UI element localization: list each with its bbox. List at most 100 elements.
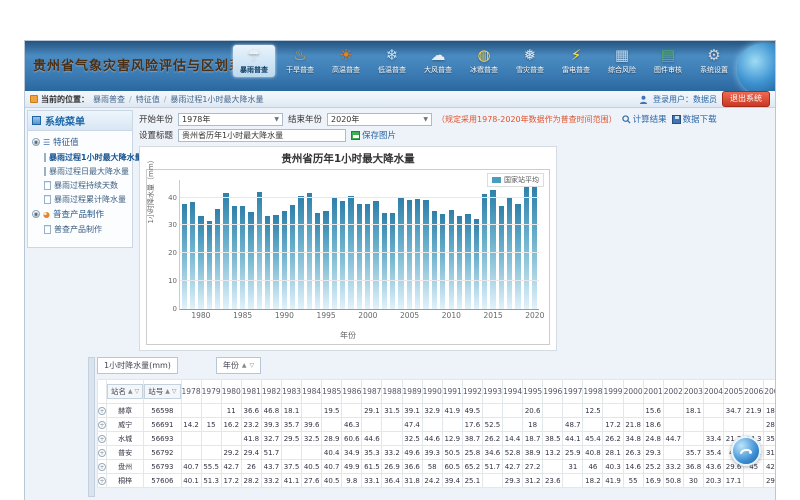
- bar-slot-2008: [430, 180, 438, 309]
- value-cell: 49.5: [462, 404, 482, 418]
- value-cell: 29.2: [221, 446, 241, 460]
- table-row: +赫章565981136.646.818.119.529.131.539.132…: [98, 404, 777, 418]
- gridline: [180, 280, 539, 281]
- value-cell: 60.5: [442, 460, 462, 474]
- bar-1981: [207, 221, 212, 309]
- x-tick-label: 2005: [400, 311, 419, 320]
- toolbar-item-图件审核[interactable]: ▤图件审核: [647, 45, 689, 77]
- value-cell: 39.1: [402, 404, 422, 418]
- toolbar-item-冰雹普查[interactable]: ◍冰雹普查: [463, 45, 505, 77]
- toolbar-item-大风普查[interactable]: ☁大风普查: [417, 45, 459, 77]
- tree-toggle-icon[interactable]: ◉: [32, 210, 40, 218]
- bar-1987: [257, 192, 262, 309]
- toolbar-item-label: 综合风险: [608, 65, 636, 75]
- row-expander-icon[interactable]: +: [98, 435, 106, 443]
- value-cell: 40.4: [322, 446, 342, 460]
- breadcrumb-item[interactable]: 暴雨过程1小时最大降水量: [170, 94, 263, 105]
- bar-slot-2015: [489, 180, 497, 309]
- station-id-header-sort[interactable]: 站号▲▽: [144, 384, 180, 399]
- toolbar-item-暴雨普查[interactable]: ☂暴雨普查: [233, 45, 275, 77]
- data-download-link[interactable]: 数据下载: [672, 113, 717, 125]
- year-column-header: 2001: [643, 380, 663, 404]
- toolbar-item-雪灾普查[interactable]: ❅雪灾普查: [509, 45, 551, 77]
- value-cell: 27.2: [523, 460, 543, 474]
- value-cell: 35.4: [764, 432, 776, 446]
- sidebar-item-暴雨过程日最大降水量[interactable]: 暴雨过程日最大降水量: [30, 164, 130, 178]
- sidebar-item-暴雨过程持续天数[interactable]: 暴雨过程持续天数: [30, 178, 130, 192]
- toolbar-item-系统设置[interactable]: ⚙系统设置: [693, 45, 735, 77]
- value-cell: 36.4: [382, 474, 402, 488]
- value-cell: 15: [201, 418, 221, 432]
- toolbar-item-高温普查[interactable]: ☀高温普查: [325, 45, 367, 77]
- value-cell: 52.5: [482, 418, 502, 432]
- bar-1980: [198, 216, 203, 309]
- legend-label: 国家站平均: [504, 175, 539, 185]
- toolbar-item-干旱普查[interactable]: ♨干旱普查: [279, 45, 321, 77]
- bar-2012: [465, 214, 470, 309]
- end-year-select[interactable]: 2020年 ▼: [327, 113, 432, 126]
- value-cell: 14.4: [503, 432, 523, 446]
- year-sort-control[interactable]: 年份 ▲ ▽: [216, 357, 261, 374]
- unit-filter-box[interactable]: 1小时降水量(mm): [97, 357, 178, 374]
- value-cell: [201, 404, 221, 418]
- save-image-link[interactable]: 保存图片: [351, 129, 396, 141]
- bar-2011: [457, 216, 462, 309]
- start-year-select[interactable]: 1978年 ▼: [178, 113, 283, 126]
- value-cell: 28.1: [603, 446, 623, 460]
- toolbar-item-label: 雪灾普查: [516, 65, 544, 75]
- row-expander-icon[interactable]: +: [98, 463, 106, 471]
- sidebar-group-特征值[interactable]: ◉☰特征值: [30, 134, 130, 150]
- row-expander-icon[interactable]: +: [98, 477, 106, 485]
- breadcrumb-item[interactable]: 暴雨普查: [93, 94, 125, 105]
- value-cell: 40.7: [322, 460, 342, 474]
- chart-plot-area: 0102030401980198519901995200020052010201…: [179, 180, 539, 310]
- floating-assistant-button[interactable]: [731, 436, 761, 466]
- sidebar-item-普查产品制作[interactable]: 普查产品制作: [30, 222, 130, 236]
- logout-button[interactable]: 退出系统: [722, 91, 770, 107]
- breadcrumb-item[interactable]: 特征值: [136, 94, 160, 105]
- value-cell: [724, 418, 744, 432]
- sidebar-item-暴雨过程1小时最大降水量[interactable]: 暴雨过程1小时最大降水量: [30, 150, 130, 164]
- table-body: +赫章565981136.646.818.119.529.131.539.132…: [98, 404, 777, 488]
- toolbar-item-综合风险[interactable]: ▦综合风险: [601, 45, 643, 77]
- tree-toggle-icon[interactable]: ◉: [32, 138, 40, 146]
- row-expander-icon[interactable]: +: [98, 421, 106, 429]
- station-name-cell: 威宁: [107, 418, 144, 432]
- value-cell: 58: [422, 460, 442, 474]
- year-column-header: 1990: [422, 380, 442, 404]
- bar-slot-1988: [263, 180, 271, 309]
- toolbar-item-label: 冰雹普查: [470, 65, 498, 75]
- x-tick-label: 2010: [442, 311, 461, 320]
- row-expander-icon[interactable]: +: [98, 407, 106, 415]
- sidebar-item-暴雨过程累计降水量[interactable]: 暴雨过程累计降水量: [30, 192, 130, 206]
- table-row: +威宁5669114.21516.223.239.335.739.646.347…: [98, 418, 777, 432]
- station-id-cell: 56691: [144, 418, 181, 432]
- user-icon: [639, 95, 648, 104]
- document-icon: [44, 195, 51, 204]
- sort-desc-icon: ▽: [172, 388, 177, 395]
- value-cell: 40.1: [181, 474, 201, 488]
- value-cell: 17.2: [603, 418, 623, 432]
- sidebar-group-普查产品制作[interactable]: ◉◕普查产品制作: [30, 206, 130, 222]
- bar-slot-2019: [522, 180, 530, 309]
- breadcrumb-prefix: 当前的位置：: [41, 94, 89, 105]
- row-expander-icon[interactable]: +: [98, 449, 106, 457]
- bar-1994: [315, 213, 320, 309]
- bar-1983: [223, 193, 228, 310]
- station-name-header-sort[interactable]: 站名▲▽: [107, 384, 143, 399]
- value-cell: 44.1: [563, 432, 583, 446]
- year-column-header: 1994: [503, 380, 523, 404]
- calculate-result-link[interactable]: 计算结果: [622, 113, 667, 125]
- logged-in-user-label: 登录用户：数据员: [653, 94, 717, 105]
- feature-values-group-icon: ☰: [43, 138, 50, 147]
- value-cell: [302, 404, 322, 418]
- value-cell: 32.5: [402, 432, 422, 446]
- toolbar-item-雷电普查[interactable]: ⚡雷电普查: [555, 45, 597, 77]
- panel-splitter[interactable]: [88, 357, 95, 497]
- toolbar-item-低温普查[interactable]: ❄低温普查: [371, 45, 413, 77]
- sidebar-item-label: 普查产品制作: [54, 224, 102, 235]
- start-year-value: 1978年: [182, 114, 210, 125]
- chart-legend[interactable]: 国家站平均: [487, 173, 544, 187]
- chart-title-input[interactable]: [178, 129, 346, 142]
- time-range-note: （规定采用1978-2020年数据作为普查时间范围）: [437, 114, 617, 125]
